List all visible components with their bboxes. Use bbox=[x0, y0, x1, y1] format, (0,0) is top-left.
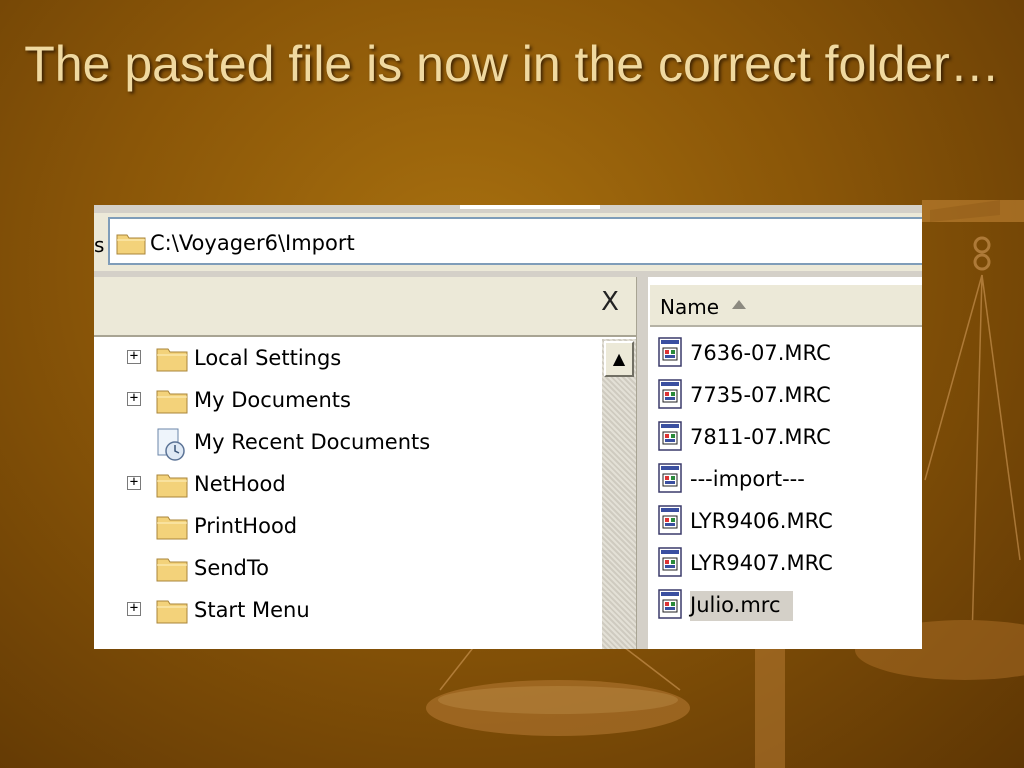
file-name: LYR9407.MRC bbox=[690, 551, 833, 575]
folder-icon bbox=[116, 234, 146, 255]
tree-item[interactable]: My Recent Documents bbox=[94, 423, 602, 465]
marc-file-icon bbox=[658, 589, 682, 623]
expand-plus-icon[interactable]: + bbox=[127, 391, 141, 406]
marc-file-icon bbox=[658, 505, 682, 539]
marc-file-icon bbox=[658, 463, 682, 497]
file-list-item[interactable]: Julio.mrc bbox=[658, 585, 918, 627]
file-name: LYR9406.MRC bbox=[690, 509, 833, 533]
file-name: Julio.mrc bbox=[690, 591, 793, 621]
explorer-window-screenshot: s C:\Voyager6\Import X + Local Settings + M… bbox=[94, 205, 922, 649]
folder-icon bbox=[156, 386, 188, 418]
marc-file-icon bbox=[658, 337, 682, 371]
expand-plus-icon[interactable]: + bbox=[127, 475, 141, 490]
tree-item[interactable]: + Local Settings bbox=[94, 339, 602, 381]
marc-file-icon bbox=[658, 547, 682, 581]
file-name: 7636-07.MRC bbox=[690, 341, 831, 365]
marc-file-icon bbox=[658, 379, 682, 413]
file-name: 7735-07.MRC bbox=[690, 383, 831, 407]
folder-icon bbox=[156, 596, 188, 628]
tree-item-label: Start Menu bbox=[194, 598, 310, 622]
slide-title: The pasted file is now in the correct fo… bbox=[24, 36, 1000, 92]
tree-item-label: PrintHood bbox=[194, 514, 298, 538]
folder-icon bbox=[156, 554, 188, 586]
tree-item[interactable]: PrintHood bbox=[94, 507, 602, 549]
sort-ascending-icon bbox=[732, 300, 746, 309]
tree-item[interactable]: + NetHood bbox=[94, 465, 602, 507]
file-list-item[interactable]: 7636-07.MRC bbox=[658, 333, 918, 375]
expand-plus-icon[interactable]: + bbox=[127, 349, 141, 364]
recent-documents-icon bbox=[156, 428, 188, 466]
tree-item[interactable]: SendTo bbox=[94, 549, 602, 591]
name-column-header[interactable]: Name bbox=[650, 285, 922, 327]
tree-item[interactable]: + My Documents bbox=[94, 381, 602, 423]
file-list-item[interactable]: 7735-07.MRC bbox=[658, 375, 918, 417]
name-column-label: Name bbox=[660, 295, 720, 319]
tree-item-label: NetHood bbox=[194, 472, 286, 496]
pane-splitter[interactable] bbox=[636, 277, 648, 649]
file-name: ---import--- bbox=[690, 467, 805, 491]
tree-item-label: My Recent Documents bbox=[194, 430, 431, 454]
file-name: 7811-07.MRC bbox=[690, 425, 831, 449]
address-bar-row: s C:\Voyager6\Import bbox=[94, 213, 922, 271]
folder-icon bbox=[156, 344, 188, 376]
tree-item-label: Local Settings bbox=[194, 346, 342, 370]
file-list-item[interactable]: LYR9406.MRC bbox=[658, 501, 918, 543]
tree-item[interactable]: + Start Menu bbox=[94, 591, 602, 633]
folders-pane-header: X bbox=[94, 277, 636, 337]
file-list-item[interactable]: ---import--- bbox=[658, 459, 918, 501]
expand-plus-icon[interactable]: + bbox=[127, 601, 141, 616]
folders-pane: X + Local Settings + My Documents My Recent … bbox=[94, 277, 636, 649]
address-label-stub: s bbox=[94, 233, 105, 257]
files-pane: Name 7636-07.MRC 7735-07.MRC 7811-07.MRC --… bbox=[648, 277, 922, 649]
toolbar-tab bbox=[460, 205, 600, 209]
folder-icon bbox=[156, 512, 188, 544]
folder-icon bbox=[156, 470, 188, 502]
file-list-item[interactable]: 7811-07.MRC bbox=[658, 417, 918, 459]
marc-file-icon bbox=[658, 421, 682, 455]
vertical-scrollbar[interactable]: ▲ bbox=[602, 339, 636, 649]
close-pane-button[interactable]: X bbox=[596, 287, 624, 317]
toolbar-strip bbox=[94, 205, 922, 213]
scroll-up-button[interactable]: ▲ bbox=[604, 341, 634, 377]
file-list-item[interactable]: LYR9407.MRC bbox=[658, 543, 918, 585]
address-path: C:\Voyager6\Import bbox=[150, 231, 355, 255]
address-input[interactable]: C:\Voyager6\Import bbox=[108, 217, 922, 265]
tree-item-label: My Documents bbox=[194, 388, 351, 412]
tree-item-label: SendTo bbox=[194, 556, 269, 580]
